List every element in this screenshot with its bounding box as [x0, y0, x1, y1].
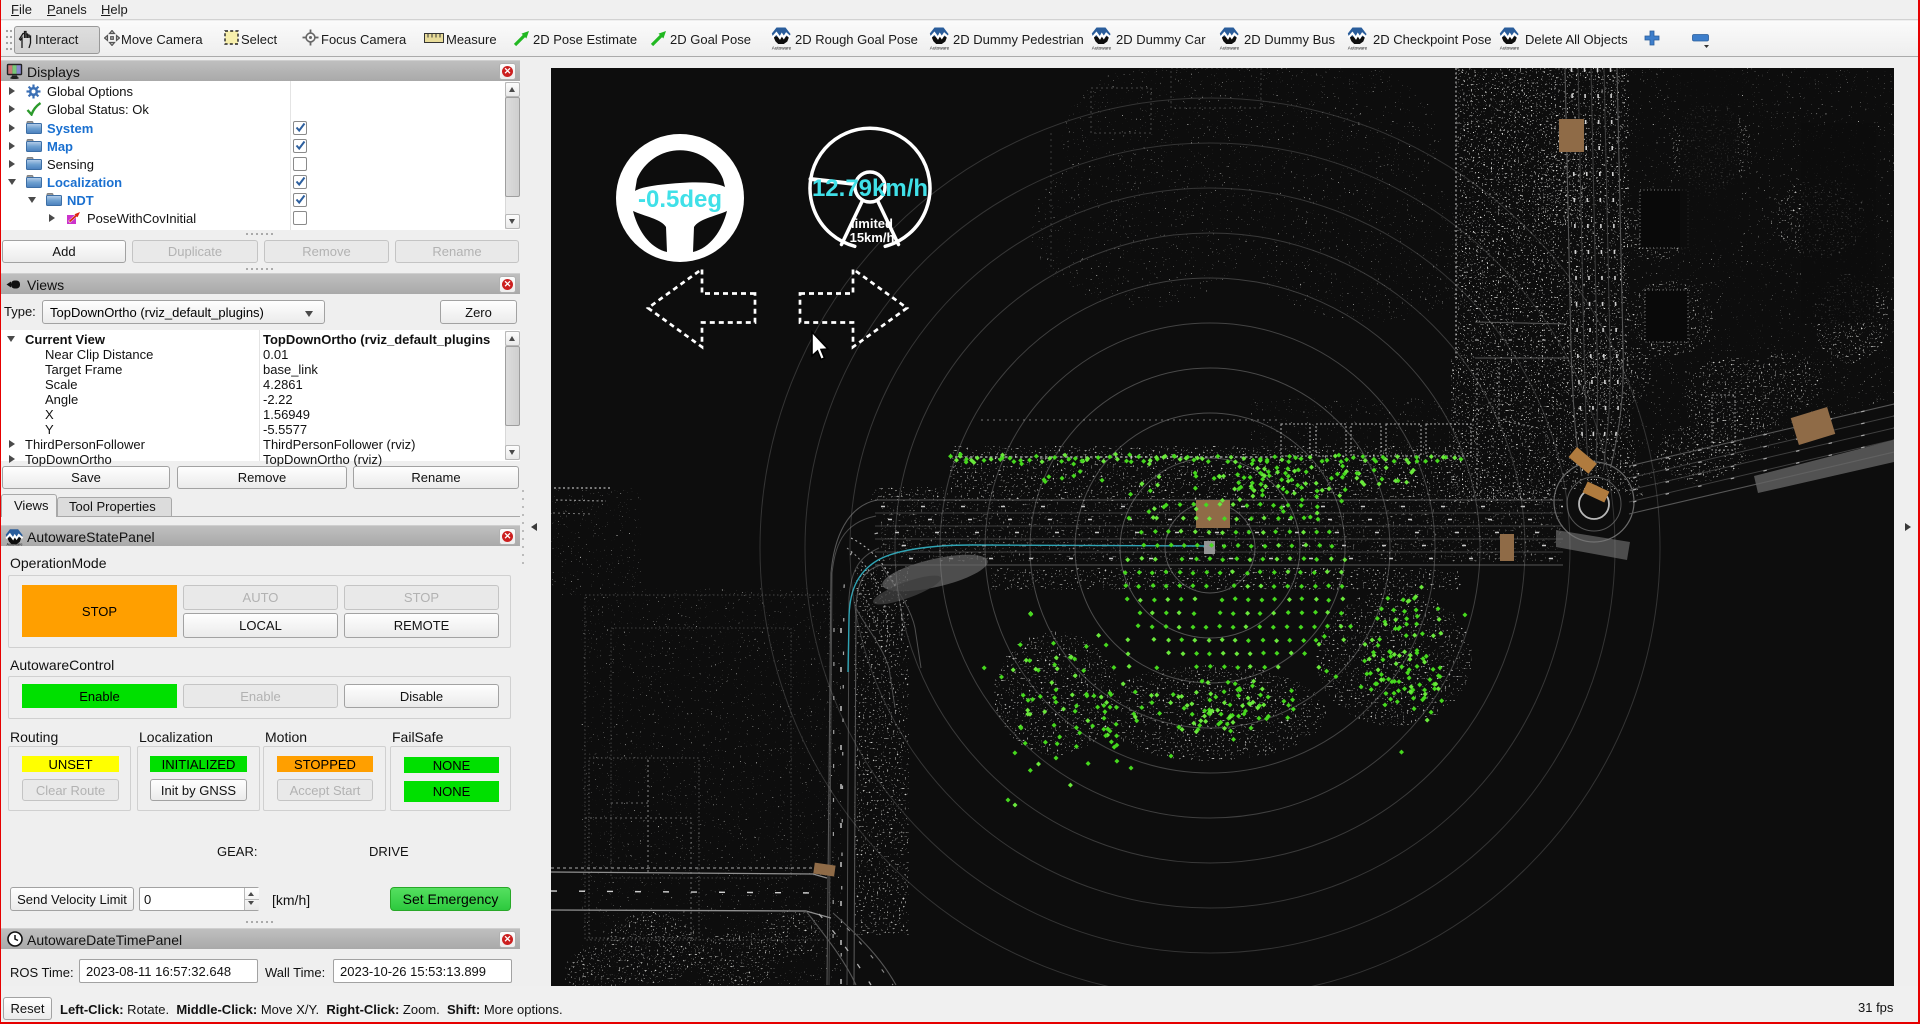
- svg-text:Autoware: Autoware: [1220, 46, 1240, 51]
- svg-text:12.79km/h: 12.79km/h: [812, 175, 928, 202]
- svg-text:Autoware: Autoware: [1092, 46, 1112, 51]
- svg-text:Autoware: Autoware: [772, 46, 792, 51]
- svg-text:Autoware: Autoware: [1500, 46, 1520, 51]
- svg-text:-0.5deg: -0.5deg: [638, 186, 722, 213]
- svg-text:limited: limited: [851, 216, 893, 231]
- svg-text:Autoware: Autoware: [930, 46, 950, 51]
- svg-text:15km/h: 15km/h: [850, 230, 895, 245]
- svg-text:Autoware: Autoware: [6, 543, 22, 546]
- svg-text:Autoware: Autoware: [1348, 46, 1368, 51]
